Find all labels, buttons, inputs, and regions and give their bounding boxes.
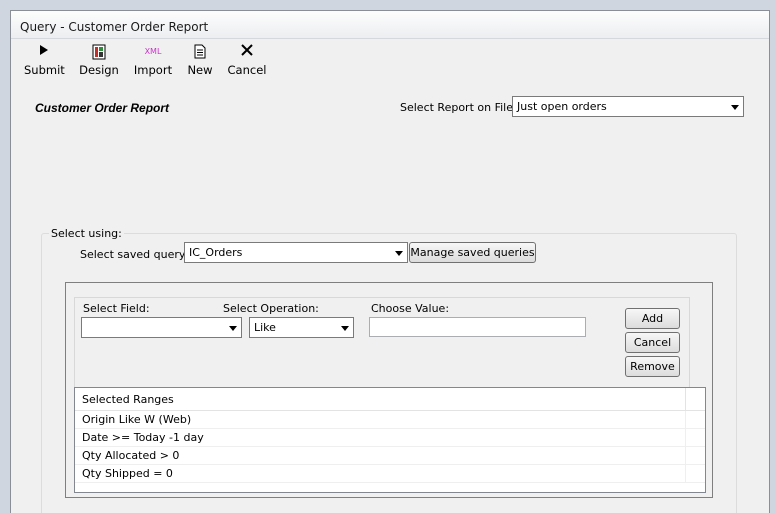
select-operation-dropdown[interactable]: Like xyxy=(249,317,354,338)
column-separator xyxy=(685,388,686,410)
report-title: Customer Order Report xyxy=(35,101,170,115)
remove-button[interactable]: Remove xyxy=(625,356,680,377)
select-operation-label: Select Operation: xyxy=(223,302,319,315)
list-item[interactable]: Qty Allocated > 0 xyxy=(75,447,705,465)
select-using-legend: Select using: xyxy=(49,227,124,240)
select-field-dropdown[interactable] xyxy=(81,317,242,338)
play-icon xyxy=(24,44,64,60)
title-bar: Query - Customer Order Report xyxy=(11,11,769,39)
import-button[interactable]: XML Import xyxy=(133,44,173,78)
select-report-label: Select Report on File: xyxy=(400,101,517,114)
toolbar: Submit Design XML Import New Cancel xyxy=(11,41,769,79)
column-separator xyxy=(685,429,686,446)
submit-button[interactable]: Submit xyxy=(24,44,65,78)
chevron-down-icon xyxy=(731,105,739,110)
new-label: New xyxy=(187,63,213,77)
select-report-value: Just open orders xyxy=(517,100,607,113)
ranges-header-label: Selected Ranges xyxy=(82,393,174,406)
design-button[interactable]: Design xyxy=(77,44,121,78)
column-separator xyxy=(685,465,686,482)
list-item[interactable]: Qty Shipped = 0 xyxy=(75,465,705,483)
cancel-label: Cancel xyxy=(227,63,267,77)
saved-query-value: IC_Orders xyxy=(189,246,243,259)
chevron-down-icon xyxy=(229,326,237,331)
column-separator xyxy=(685,447,686,464)
range-text: Qty Shipped = 0 xyxy=(82,467,173,480)
ranges-header: Selected Ranges xyxy=(75,388,705,411)
select-report-dropdown[interactable]: Just open orders xyxy=(512,96,744,117)
close-icon xyxy=(227,44,267,60)
saved-query-dropdown[interactable]: IC_Orders xyxy=(184,242,408,263)
window-title: Query - Customer Order Report xyxy=(20,20,209,34)
choose-value-label: Choose Value: xyxy=(371,302,450,315)
cancel-button[interactable]: Cancel xyxy=(625,332,680,353)
chevron-down-icon xyxy=(341,326,349,331)
select-operation-value: Like xyxy=(254,321,276,334)
range-text: Qty Allocated > 0 xyxy=(82,449,180,462)
chevron-down-icon xyxy=(395,251,403,256)
range-text: Date >= Today -1 day xyxy=(82,431,204,444)
import-label: Import xyxy=(133,63,173,77)
cancel-toolbar-button[interactable]: Cancel xyxy=(227,44,267,78)
add-button[interactable]: Add xyxy=(625,308,680,329)
xml-icon: XML xyxy=(144,47,162,56)
saved-query-label: Select saved query: xyxy=(80,248,189,261)
design-label: Design xyxy=(79,63,119,77)
query-window: Query - Customer Order Report Submit Des… xyxy=(10,10,770,513)
submit-label: Submit xyxy=(24,63,65,77)
range-text: Origin Like W (Web) xyxy=(82,413,192,426)
list-item[interactable]: Origin Like W (Web) xyxy=(75,411,705,429)
new-button[interactable]: New xyxy=(184,44,216,78)
select-field-label: Select Field: xyxy=(83,302,150,315)
choose-value-input[interactable] xyxy=(369,317,586,337)
list-item[interactable]: Date >= Today -1 day xyxy=(75,429,705,447)
design-icon xyxy=(77,44,121,60)
selected-ranges-list[interactable]: Selected Ranges Origin Like W (Web) Date… xyxy=(74,387,706,493)
document-icon xyxy=(184,44,216,60)
column-separator xyxy=(685,411,686,428)
manage-saved-queries-button[interactable]: Manage saved queries xyxy=(409,242,536,263)
